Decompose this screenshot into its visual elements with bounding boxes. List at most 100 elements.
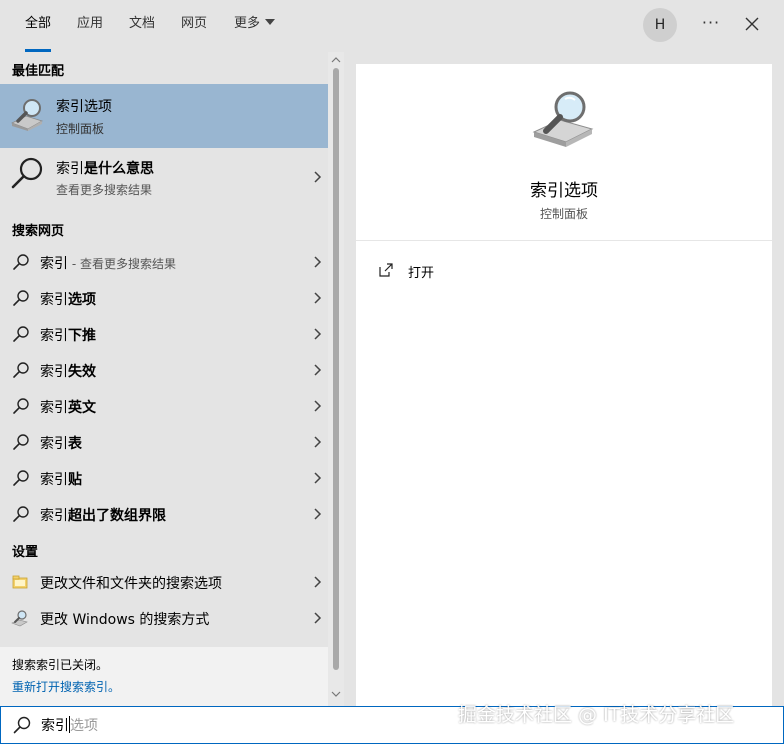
web-result-text: 索引失效: [40, 361, 96, 381]
watermark: 掘金技术社区 @ IT技术分享社区: [458, 704, 735, 726]
scroll-up-icon[interactable]: [331, 56, 341, 64]
web-result-item[interactable]: 索引选项: [0, 280, 328, 316]
web-result-sub: - 查看更多搜索结果: [68, 257, 176, 271]
web-result-text: 索引 - 查看更多搜索结果: [40, 253, 176, 273]
web-result-item[interactable]: 索引超出了数组界限: [0, 496, 328, 532]
preview-card: 索引选项 控制面板 打开: [356, 64, 772, 706]
web-result-prefix: 索引: [40, 472, 68, 488]
tab-apps[interactable]: 应用: [77, 0, 103, 52]
chevron-right-icon: [314, 292, 322, 304]
search-settings-icon: [11, 610, 28, 627]
results-scrollbar[interactable]: [328, 52, 344, 706]
chevron-right-icon: [314, 612, 322, 624]
tab-all[interactable]: 全部: [25, 0, 52, 52]
settings-heading: 设置: [12, 545, 39, 560]
tab-documents[interactable]: 文档: [129, 0, 155, 52]
tab-web[interactable]: 网页: [181, 0, 207, 52]
search-suggestion-text: 选项: [70, 718, 98, 734]
web-result-item[interactable]: 索引表: [0, 424, 328, 460]
web-result-item[interactable]: 索引下推: [0, 316, 328, 352]
web-result-text: 索引表: [40, 433, 82, 453]
search-icon: [13, 506, 29, 522]
web-result-suffix: 选项: [68, 292, 96, 308]
chevron-right-icon: [314, 472, 322, 484]
web-top-title-prefix: 索引: [56, 161, 84, 177]
web-top-title: 索引是什么意思: [56, 158, 154, 178]
chevron-right-icon: [314, 256, 322, 268]
avatar[interactable]: H: [643, 8, 677, 42]
more-dots-icon[interactable]: ···: [697, 10, 725, 38]
search-icon: [13, 434, 29, 450]
web-result-prefix: 索引: [40, 364, 68, 380]
chevron-right-icon: [314, 508, 322, 520]
indexing-options-icon: [11, 99, 43, 131]
web-result-prefix: 索引: [40, 436, 68, 452]
search-icon: [13, 362, 29, 378]
web-result-item[interactable]: 索引失效: [0, 352, 328, 388]
open-action[interactable]: 打开: [356, 254, 772, 288]
web-top-result[interactable]: 索引是什么意思 查看更多搜索结果: [0, 148, 328, 208]
chevron-right-icon: [314, 171, 322, 183]
web-result-suffix: 表: [68, 436, 82, 452]
search-icon: [13, 470, 29, 486]
web-result-text: 索引超出了数组界限: [40, 505, 166, 525]
chevron-right-icon: [314, 400, 322, 412]
web-result-text: 索引英文: [40, 397, 96, 417]
open-action-label: 打开: [408, 266, 435, 281]
best-match-item[interactable]: 索引选项 控制面板: [0, 84, 328, 148]
chevron-right-icon: [314, 364, 322, 376]
scrollbar-thumb[interactable]: [333, 68, 339, 670]
scroll-down-icon[interactable]: [331, 690, 341, 698]
indexing-options-icon: [532, 91, 594, 147]
search-icon: [13, 326, 29, 342]
search-icon: [13, 290, 29, 306]
preview-title: 索引选项: [530, 181, 598, 201]
chevron-down-icon: [265, 19, 276, 25]
search-web-heading: 搜索网页: [12, 224, 65, 239]
web-top-title-bold: 是什么意思: [84, 161, 154, 177]
web-result-prefix: 索引: [40, 256, 68, 272]
web-result-prefix: 索引: [40, 508, 68, 524]
preview-subtitle: 控制面板: [539, 207, 588, 221]
search-input[interactable]: 索引选项: [41, 715, 98, 735]
open-external-icon: [379, 263, 393, 277]
best-match-title: 索引选项: [56, 99, 112, 115]
folder-options-icon: [12, 575, 28, 589]
search-icon: [13, 254, 29, 270]
settings-item-label: 更改文件和文件夹的搜索选项: [40, 576, 222, 592]
chevron-right-icon: [314, 328, 322, 340]
web-result-suffix: 贴: [68, 472, 82, 488]
web-result-text: 索引选项: [40, 289, 96, 309]
web-result-item[interactable]: 索引 - 查看更多搜索结果: [0, 244, 328, 280]
web-result-suffix: 英文: [68, 400, 96, 416]
tab-more[interactable]: 更多: [234, 0, 276, 52]
web-top-subtitle: 查看更多搜索结果: [56, 183, 153, 197]
web-result-text: 索引下推: [40, 325, 96, 345]
web-result-item[interactable]: 索引英文: [0, 388, 328, 424]
close-icon[interactable]: [740, 10, 764, 38]
settings-item-search-settings[interactable]: 更改 Windows 的搜索方式: [0, 600, 328, 636]
index-status-text: 搜索索引已关闭。: [12, 658, 109, 672]
search-icon: [11, 157, 43, 189]
search-tab-bar: 全部 应用 文档 网页 更多 H ···: [0, 0, 784, 53]
settings-item-folder-options[interactable]: 更改文件和文件夹的搜索选项: [0, 564, 328, 600]
search-typed-text: 索引: [41, 718, 69, 734]
results-pane: 最佳匹配 索引选项 控制面板 索引是什么意思 查看更多搜索结果 搜索网页 索引 …: [0, 52, 328, 647]
web-result-item[interactable]: 索引贴: [0, 460, 328, 496]
best-match-heading: 最佳匹配: [12, 64, 65, 79]
preview-pane: 索引选项 控制面板 打开: [344, 52, 784, 706]
index-status-panel: 搜索索引已关闭。 重新打开搜索索引。: [0, 647, 328, 706]
web-result-prefix: 索引: [40, 328, 68, 344]
preview-divider: [356, 240, 772, 241]
settings-item-label: 更改 Windows 的搜索方式: [40, 612, 210, 628]
web-result-text: 索引贴: [40, 469, 82, 489]
tab-more-label: 更多: [234, 16, 261, 31]
web-result-suffix: 失效: [68, 364, 96, 380]
reenable-index-link[interactable]: 重新打开搜索索引。: [12, 678, 120, 695]
web-result-prefix: 索引: [40, 400, 68, 416]
chevron-right-icon: [314, 436, 322, 448]
search-icon: [13, 716, 31, 734]
web-result-prefix: 索引: [40, 292, 68, 308]
web-result-suffix: 下推: [68, 328, 96, 344]
web-result-suffix: 超出了数组界限: [68, 508, 166, 524]
